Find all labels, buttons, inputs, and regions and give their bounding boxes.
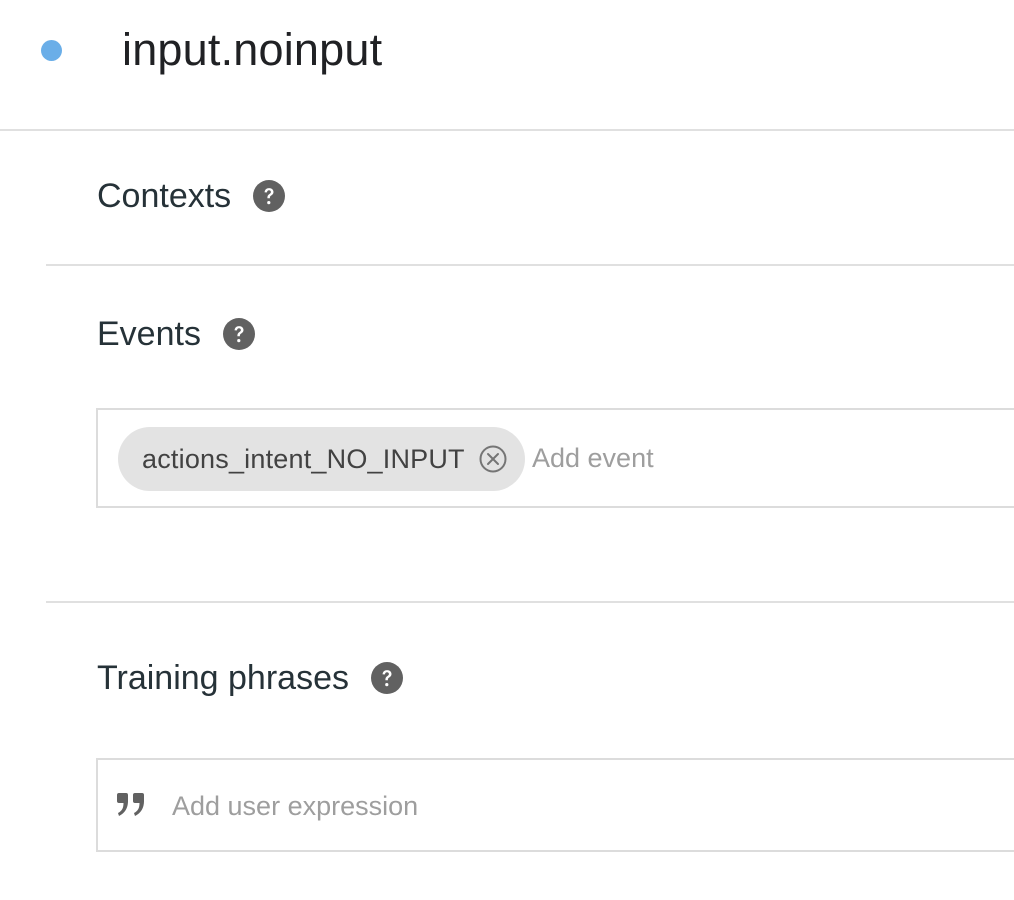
- training-phrases-title: Training phrases: [97, 659, 349, 697]
- intent-status-dot: [41, 40, 62, 61]
- add-user-expression-input[interactable]: [172, 788, 772, 824]
- section-divider: [46, 601, 1014, 603]
- add-event-input[interactable]: [532, 440, 932, 476]
- help-icon[interactable]: [370, 662, 403, 694]
- quote-icon: [116, 792, 146, 818]
- training-phrase-input-box[interactable]: [96, 758, 1014, 852]
- event-chip[interactable]: actions_intent_NO_INPUT: [118, 427, 525, 491]
- intent-name-title[interactable]: input.noinput: [122, 22, 382, 78]
- events-title: Events: [97, 315, 201, 353]
- contexts-section-header[interactable]: Contexts: [97, 176, 286, 216]
- intent-editor: input.noinput Contexts Events actions_in…: [0, 0, 1014, 900]
- close-circle-icon[interactable]: [479, 445, 507, 473]
- help-icon[interactable]: [253, 180, 286, 212]
- contexts-title: Contexts: [97, 177, 232, 215]
- help-icon[interactable]: [222, 318, 255, 350]
- header-divider: [0, 129, 1014, 131]
- training-phrases-section-header: Training phrases: [97, 658, 403, 698]
- events-section-header: Events: [97, 314, 255, 354]
- events-input-box[interactable]: actions_intent_NO_INPUT: [96, 408, 1014, 508]
- section-divider: [46, 264, 1014, 266]
- event-chip-label: actions_intent_NO_INPUT: [142, 443, 465, 474]
